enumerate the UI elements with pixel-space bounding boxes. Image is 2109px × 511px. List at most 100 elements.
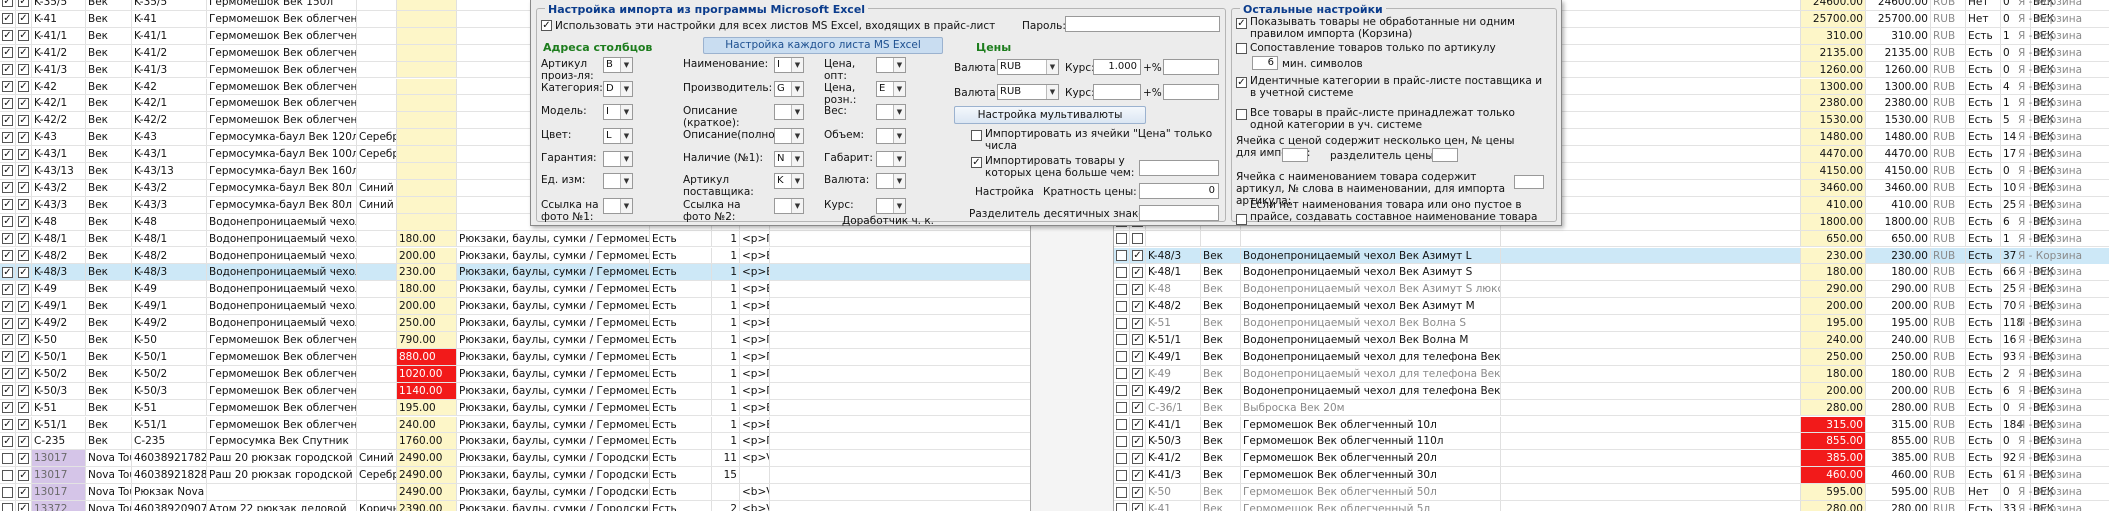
pct-input-2[interactable]	[1163, 84, 1219, 100]
password-input[interactable]	[1065, 16, 1220, 32]
row-select-checkbox[interactable]: ✓	[2, 64, 13, 76]
table-row[interactable]: ✓ K-51/1 Век Водонепроницаемый чехол Век Во…	[1114, 332, 2109, 349]
identical-categories-checkbox[interactable]: ✓	[1236, 77, 1247, 88]
table-row[interactable]: ✓✓K-50ВекK-50Гермомешок Век облегченный …	[0, 332, 1030, 349]
row-enable-checkbox[interactable]: ✓	[18, 452, 29, 464]
price-number-input[interactable]	[1282, 148, 1308, 162]
row-select-checkbox[interactable]	[1116, 368, 1127, 380]
row-enable-checkbox[interactable]: ✓	[18, 300, 29, 312]
table-row[interactable]: ✓ K-48/3 Век Водонепроницаемый чехол Век Аз…	[1114, 247, 2109, 265]
column-select[interactable]: I ▼	[774, 57, 804, 73]
table-row[interactable]: ✓ K-41/1 Век Гермомешок Век облегченный 10л…	[1114, 416, 2109, 434]
row-enable-checkbox[interactable]: ✓	[18, 80, 29, 92]
rate-input-2[interactable]	[1093, 84, 1141, 100]
row-enable-checkbox[interactable]	[1132, 233, 1143, 245]
column-select[interactable]: ▼	[876, 104, 906, 120]
row-enable-checkbox[interactable]: ✓	[18, 0, 29, 8]
row-select-checkbox[interactable]	[2, 486, 13, 498]
row-enable-checkbox[interactable]: ✓	[18, 97, 29, 109]
chevron-down-icon[interactable]: ▼	[791, 105, 803, 119]
row-enable-checkbox[interactable]: ✓	[1132, 452, 1143, 464]
row-enable-checkbox[interactable]: ✓	[18, 402, 29, 414]
chevron-down-icon[interactable]: ▼	[620, 58, 632, 72]
column-select[interactable]: B ▼	[603, 57, 633, 73]
row-select-checkbox[interactable]: ✓	[2, 418, 13, 430]
column-select[interactable]: K ▼	[774, 173, 804, 189]
row-enable-checkbox[interactable]: ✓	[18, 283, 29, 295]
chevron-down-icon[interactable]: ▼	[791, 82, 803, 96]
chevron-down-icon[interactable]: ▼	[620, 129, 632, 143]
row-enable-checkbox[interactable]: ✓	[18, 148, 29, 160]
row-enable-checkbox[interactable]: ✓	[1132, 317, 1143, 329]
currency-select-1[interactable]: RUB ▼	[997, 59, 1059, 75]
row-select-checkbox[interactable]: ✓	[2, 97, 13, 109]
row-select-checkbox[interactable]	[1116, 266, 1127, 278]
import-price-cell-checkbox[interactable]	[971, 130, 982, 141]
chevron-down-icon[interactable]: ▼	[1046, 60, 1058, 74]
row-select-checkbox[interactable]: ✓	[2, 13, 13, 25]
row-select-checkbox[interactable]: ✓	[2, 317, 13, 329]
column-select[interactable]: D ▼	[603, 81, 633, 97]
table-row[interactable]: ✓ K-41/3 Век Гермомешок Век облегченный 30л…	[1114, 467, 2109, 485]
column-select[interactable]: L ▼	[603, 128, 633, 144]
decimal-separator-input[interactable]	[1139, 205, 1219, 221]
use-all-sheets-checkbox[interactable]: ✓	[541, 20, 552, 31]
table-row[interactable]: ✓ K-48/2 Век Водонепроницаемый чехол Век Аз…	[1114, 298, 2109, 316]
multi-currency-button[interactable]: Настройка мультивалюты	[954, 106, 1146, 124]
row-select-checkbox[interactable]	[1116, 385, 1127, 397]
row-select-checkbox[interactable]: ✓	[2, 131, 13, 143]
row-select-checkbox[interactable]	[1116, 249, 1127, 261]
row-enable-checkbox[interactable]: ✓	[1132, 503, 1143, 511]
chevron-down-icon[interactable]: ▼	[791, 174, 803, 188]
row-select-checkbox[interactable]: ✓	[2, 0, 13, 8]
row-enable-checkbox[interactable]: ✓	[1132, 385, 1143, 397]
row-select-checkbox[interactable]: ✓	[2, 199, 13, 211]
column-select[interactable]: ▼	[603, 173, 633, 189]
row-enable-checkbox[interactable]: ✓	[18, 503, 29, 511]
table-row[interactable]: ✓✓K-48/3ВекK-48/3Водонепроницаемый чехол…	[0, 264, 1030, 282]
table-row[interactable]: ✓13017Nova TourРюкзак Nova Tour Раш 20 24…	[0, 484, 1030, 501]
table-row[interactable]: ✓ K-41/2 Век Гермомешок Век облегченный 20л…	[1114, 450, 2109, 468]
chevron-down-icon[interactable]: ▼	[1046, 85, 1058, 99]
row-enable-checkbox[interactable]: ✓	[18, 13, 29, 25]
table-row[interactable]: ✓ ✓ K-51/1 Век K-51/1 Гермомешок Век облегчен…	[0, 416, 1030, 434]
row-select-checkbox[interactable]	[1116, 418, 1127, 430]
chevron-down-icon[interactable]: ▼	[893, 105, 905, 119]
min-symbols-input[interactable]: 6	[1252, 56, 1278, 70]
chevron-down-icon[interactable]: ▼	[620, 199, 632, 213]
column-select[interactable]: ▼	[603, 151, 633, 167]
table-row[interactable]: ✓ K-41 Век Гермомешок Век облегченный 5л 280…	[1114, 501, 2109, 511]
table-row[interactable]: ✓✓K-48/1ВекK-48/1Водонепроницаемый чехол…	[0, 230, 1030, 248]
table-row[interactable]: ✓13372Nova Tour4603892090775Атом 22 рюкз…	[0, 501, 1030, 511]
row-enable-checkbox[interactable]: ✓	[18, 351, 29, 363]
row-enable-checkbox[interactable]: ✓	[18, 47, 29, 59]
column-select[interactable]: ▼	[876, 151, 906, 167]
row-select-checkbox[interactable]	[1116, 317, 1127, 329]
row-select-checkbox[interactable]: ✓	[2, 80, 13, 92]
column-select[interactable]: ▼	[774, 128, 804, 144]
row-select-checkbox[interactable]	[1116, 486, 1127, 498]
table-row[interactable]: ✓13017Nova Tour4603892182869Раш 20 рюкза…	[0, 467, 1030, 485]
row-select-checkbox[interactable]	[1116, 283, 1127, 295]
row-select-checkbox[interactable]: ✓	[2, 266, 13, 278]
chevron-down-icon[interactable]: ▼	[620, 105, 632, 119]
row-enable-checkbox[interactable]: ✓	[1132, 418, 1143, 430]
column-select[interactable]: G ▼	[774, 81, 804, 97]
row-enable-checkbox[interactable]: ✓	[18, 317, 29, 329]
row-enable-checkbox[interactable]: ✓	[18, 418, 29, 430]
per-sheet-settings-button[interactable]: Настройка каждого листа MS Excel	[703, 37, 943, 54]
table-row[interactable]: ✓✓K-51ВекK-51Гермомешок Век облегченный …	[0, 399, 1030, 417]
row-select-checkbox[interactable]: ✓	[2, 114, 13, 126]
row-enable-checkbox[interactable]: ✓	[18, 435, 29, 447]
import-higher-checkbox[interactable]: ✓	[971, 157, 982, 168]
row-select-checkbox[interactable]: ✓	[2, 283, 13, 295]
table-row[interactable]: ✓ ✓ C-235 Век C-235 Гермосумка Век Спутник 176…	[0, 433, 1030, 451]
table-row[interactable]: ✓ K-48/1 Век Водонепроницаемый чехол Век Аз…	[1114, 264, 2109, 282]
column-select[interactable]: ▼	[876, 173, 906, 189]
row-enable-checkbox[interactable]: ✓	[18, 385, 29, 397]
single-category-checkbox[interactable]	[1236, 109, 1247, 120]
name-article-input[interactable]	[1514, 175, 1544, 189]
row-select-checkbox[interactable]	[1116, 233, 1127, 245]
row-select-checkbox[interactable]: ✓	[2, 249, 13, 261]
row-enable-checkbox[interactable]: ✓	[1132, 266, 1143, 278]
